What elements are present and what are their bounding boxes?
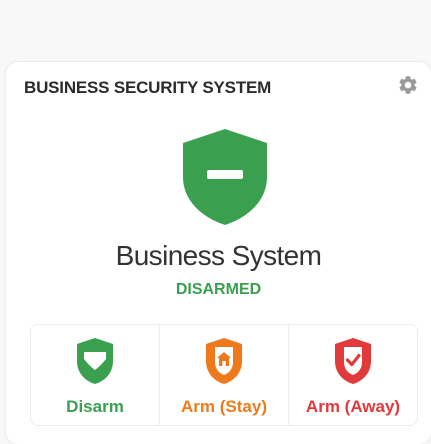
gear-icon[interactable] bbox=[397, 74, 419, 96]
arm-stay-label: Arm (Stay) bbox=[181, 397, 267, 416]
disarm-button[interactable]: Disarm bbox=[31, 325, 159, 425]
card-title: BUSINESS SECURITY SYSTEM bbox=[24, 78, 272, 97]
shield-minus-icon bbox=[183, 129, 267, 225]
shield-check-icon bbox=[335, 338, 371, 384]
arm-away-label: Arm (Away) bbox=[305, 397, 401, 416]
security-card: BUSINESS SECURITY SYSTEM Business System… bbox=[6, 62, 431, 444]
shield-half-icon bbox=[77, 338, 113, 384]
disarm-label: Disarm bbox=[66, 397, 124, 416]
arm-stay-button[interactable]: Arm (Stay) bbox=[159, 325, 288, 425]
arm-away-button[interactable]: Arm (Away) bbox=[288, 325, 417, 425]
shield-home-icon bbox=[206, 338, 242, 384]
system-name: Business System bbox=[115, 240, 322, 271]
arm-actions: Disarm Arm (Stay) Arm (Away) bbox=[30, 324, 418, 426]
status-label: DISARMED bbox=[175, 281, 262, 298]
